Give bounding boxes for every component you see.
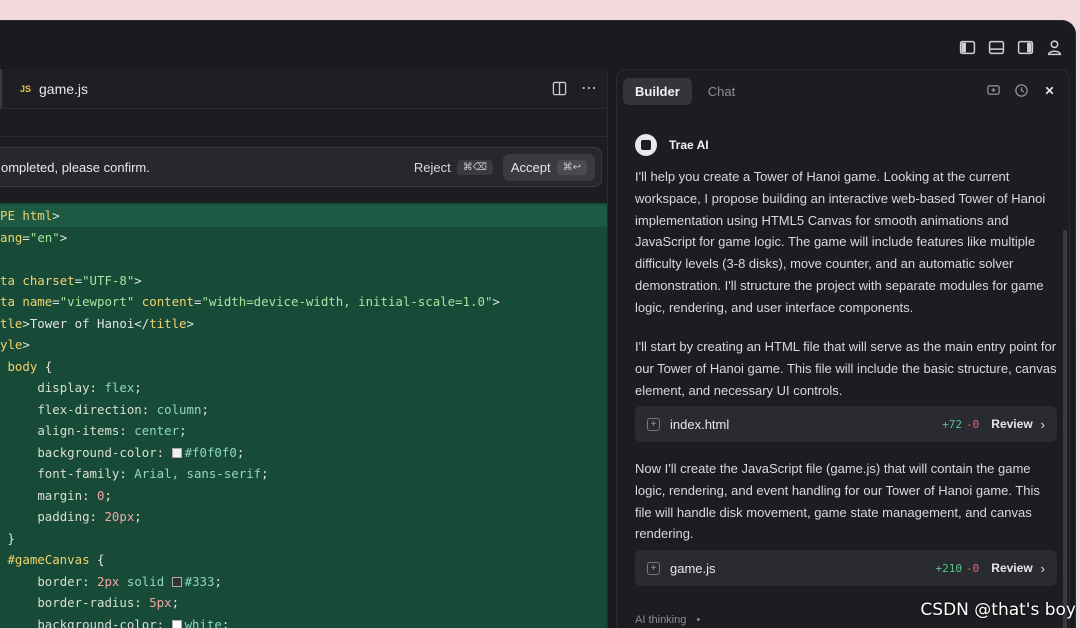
ai-builder-panel: Builder Chat Trae AI I'll help you creat… [616, 69, 1070, 628]
more-options-icon[interactable]: ⋯ [581, 80, 597, 97]
code-line: yle> [0, 337, 30, 352]
message-text: Now I'll create the JavaScript file (gam… [635, 461, 1040, 542]
thinking-dot: • [696, 614, 701, 626]
code-line: align-items: center; [37, 423, 187, 438]
file-name: game.js [670, 560, 716, 576]
thinking-label: AI thinking [635, 614, 687, 626]
tab-label: game.js [39, 81, 89, 97]
panel-scrollbar[interactable] [1063, 230, 1067, 628]
new-chat-icon[interactable] [985, 82, 1001, 98]
split-editor-icon[interactable] [551, 80, 567, 96]
app-window: JS game.js ⋯ ompleted, please confirm. R… [0, 20, 1076, 628]
watermark: CSDN @that's boy [920, 600, 1076, 620]
trae-ai-avatar [635, 134, 657, 156]
title-bar [0, 21, 1075, 69]
js-file-icon: JS [20, 84, 32, 94]
lines-removed: -0 [966, 561, 980, 575]
file-icon: + [647, 417, 660, 431]
code-line: } [0, 530, 15, 546]
code-line: PE html> [0, 205, 607, 227]
code-line: border: 2px solid #333; [37, 573, 222, 589]
code-line: display: flex; [37, 380, 142, 395]
accept-button[interactable]: Accept ⌘↩ [502, 153, 595, 181]
accept-label: Accept [510, 159, 551, 175]
message-text: I'll start by creating an HTML file that… [635, 339, 1057, 398]
panel-tabs: Builder Chat [623, 78, 747, 105]
message-author: Trae AI [635, 134, 709, 156]
code-line: tle>Tower of Hanoi</title> [0, 315, 194, 331]
tab-game-js[interactable]: JS game.js [0, 69, 120, 109]
ai-thinking-indicator: AI thinking • [635, 614, 700, 626]
code-line: background-color: white; [37, 616, 230, 628]
lines-removed: -0 [966, 417, 980, 431]
code-line: padding: 20px; [37, 509, 142, 524]
lines-added: +72 [942, 417, 963, 431]
layout-left-icon[interactable] [959, 39, 976, 56]
reject-button[interactable]: Reject ⌘⌫ [413, 159, 493, 175]
chevron-right-icon: › [1040, 416, 1045, 432]
file-icon: + [647, 561, 660, 575]
tab-chat[interactable]: Chat [696, 78, 747, 105]
editor-tab-bar: JS game.js ⋯ [0, 69, 607, 109]
review-button[interactable]: Review [991, 417, 1032, 431]
code-line: ta name="viewport" content="width=device… [0, 294, 500, 309]
code-editor[interactable]: PE html> ang="en"> ta charset="UTF-8"> t… [0, 203, 607, 628]
review-button[interactable]: Review [991, 561, 1032, 575]
layout-right-icon[interactable] [1017, 39, 1034, 56]
tab-builder[interactable]: Builder [623, 78, 692, 105]
message-text: I'll help you create a Tower of Hanoi ga… [635, 169, 1046, 315]
reject-shortcut: ⌘⌫ [456, 159, 493, 175]
code-line: margin: 0; [37, 487, 112, 503]
accept-shortcut: ⌘↩ [556, 159, 587, 175]
confirm-changes-bar: ompleted, please confirm. Reject ⌘⌫ Acce… [0, 147, 602, 187]
confirm-message: ompleted, please confirm. [1, 159, 150, 175]
breadcrumb-bar [0, 109, 607, 137]
code-line: background-color: #f0f0f0; [37, 444, 245, 460]
reject-label: Reject [413, 159, 451, 175]
file-change-card[interactable]: + game.js +210 -0 Review › [635, 550, 1057, 586]
code-line: flex-direction: column; [37, 401, 209, 417]
editor-tab-actions: ⋯ [551, 80, 597, 97]
chevron-right-icon: › [1040, 560, 1045, 576]
author-name: Trae AI [669, 138, 709, 152]
history-icon[interactable] [1013, 82, 1029, 98]
close-icon[interactable] [1041, 82, 1057, 98]
code-line: body { [7, 358, 53, 374]
lines-added: +210 [935, 561, 963, 575]
code-line: ang="en"> [0, 229, 68, 245]
file-change-card[interactable]: + index.html +72 -0 Review › [635, 406, 1057, 442]
panel-actions [985, 82, 1057, 98]
layout-toolbar [959, 39, 1063, 56]
code-line: #gameCanvas { [7, 552, 105, 567]
code-line: ta charset="UTF-8"> [0, 272, 142, 288]
file-name: index.html [670, 416, 730, 432]
editor-pane: JS game.js ⋯ ompleted, please confirm. R… [0, 69, 608, 628]
code-line: font-family: Arial, sans-serif; [37, 466, 269, 481]
layout-bottom-icon[interactable] [988, 39, 1005, 56]
user-icon[interactable] [1046, 39, 1063, 56]
code-line: border-radius: 5px; [37, 595, 180, 610]
